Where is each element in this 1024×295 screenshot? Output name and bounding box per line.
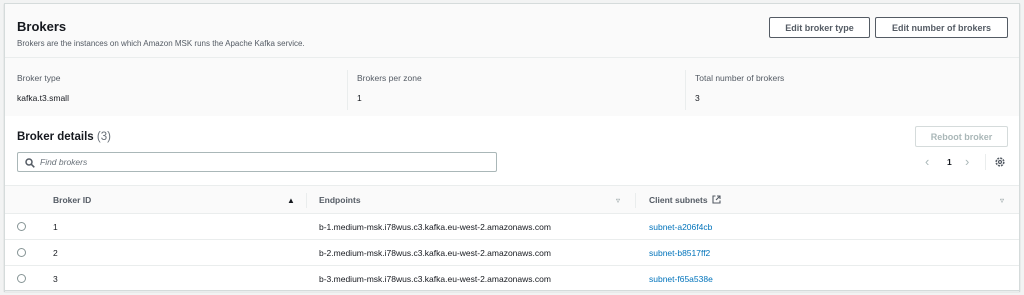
subnet-link[interactable]: subnet-a206f4cb: [649, 222, 712, 232]
sort-icon[interactable]: ▿: [616, 196, 620, 205]
divider: [985, 154, 986, 170]
table-row[interactable]: 1 b-1.medium-msk.i78wus.c3.kafka.eu-west…: [5, 214, 1019, 240]
edit-number-of-brokers-button[interactable]: Edit number of brokers: [875, 17, 1008, 38]
endpoint-cell: b-3.medium-msk.i78wus.c3.kafka.eu-west-2…: [319, 274, 551, 284]
column-header-endpoints[interactable]: Endpoints: [319, 195, 361, 205]
total-brokers-value: 3: [695, 93, 700, 103]
brokers-summary-panel: Brokers Brokers are the instances on whi…: [5, 4, 1019, 116]
table-header: Broker ID ▲ Endpoints ▿ Client subnets ▿: [5, 185, 1019, 214]
row-select-radio[interactable]: [17, 274, 26, 283]
external-link-icon: [712, 195, 721, 204]
divider: [306, 193, 307, 208]
row-select-radio[interactable]: [17, 222, 26, 231]
brokers-per-zone-value: 1: [357, 93, 362, 103]
column-header-client-subnets[interactable]: Client subnets: [649, 195, 721, 205]
row-select-radio[interactable]: [17, 248, 26, 257]
next-page-icon[interactable]: ›: [965, 154, 969, 169]
sort-ascending-icon[interactable]: ▲: [287, 196, 295, 205]
brokers-per-zone-label: Brokers per zone: [357, 73, 422, 83]
edit-broker-type-button[interactable]: Edit broker type: [769, 17, 870, 38]
broker-id-cell: 1: [53, 222, 58, 232]
broker-type-label: Broker type: [17, 73, 61, 83]
broker-type-value: kafka.t3.small: [17, 93, 69, 103]
current-page[interactable]: 1: [947, 157, 952, 167]
divider: [685, 70, 686, 110]
broker-details-title-text: Broker details: [17, 131, 94, 143]
endpoint-cell: b-1.medium-msk.i78wus.c3.kafka.eu-west-2…: [319, 222, 551, 232]
column-header-broker-id[interactable]: Broker ID: [53, 195, 91, 205]
sort-icon[interactable]: ▿: [1000, 196, 1004, 205]
brokers-description: Brokers are the instances on which Amazo…: [17, 39, 305, 48]
broker-count: (3): [96, 131, 111, 143]
table-row[interactable]: 2 b-2.medium-msk.i78wus.c3.kafka.eu-west…: [5, 240, 1019, 266]
brokers-table: Broker ID ▲ Endpoints ▿ Client subnets ▿…: [5, 185, 1019, 292]
broker-id-cell: 2: [53, 248, 58, 258]
previous-page-icon[interactable]: ‹: [925, 154, 929, 169]
endpoint-cell: b-2.medium-msk.i78wus.c3.kafka.eu-west-2…: [319, 248, 551, 258]
subnet-link[interactable]: subnet-b8517ff2: [649, 248, 710, 258]
column-header-client-subnets-label: Client subnets: [649, 195, 708, 205]
table-row[interactable]: 3 b-3.medium-msk.i78wus.c3.kafka.eu-west…: [5, 266, 1019, 292]
gear-icon[interactable]: [994, 156, 1006, 168]
broker-id-cell: 3: [53, 274, 58, 284]
divider: [347, 70, 348, 110]
broker-details-title: Broker details (3): [17, 131, 111, 143]
divider: [5, 57, 1019, 58]
total-brokers-label: Total number of brokers: [695, 73, 785, 83]
brokers-container: Brokers Brokers are the instances on whi…: [4, 3, 1020, 292]
search-box[interactable]: [17, 152, 497, 172]
subnet-link[interactable]: subnet-f65a538e: [649, 274, 713, 284]
search-input[interactable]: [40, 154, 490, 170]
search-icon: [25, 158, 35, 168]
brokers-title: Brokers: [17, 19, 67, 34]
reboot-broker-button[interactable]: Reboot broker: [915, 126, 1008, 147]
divider: [635, 193, 636, 208]
